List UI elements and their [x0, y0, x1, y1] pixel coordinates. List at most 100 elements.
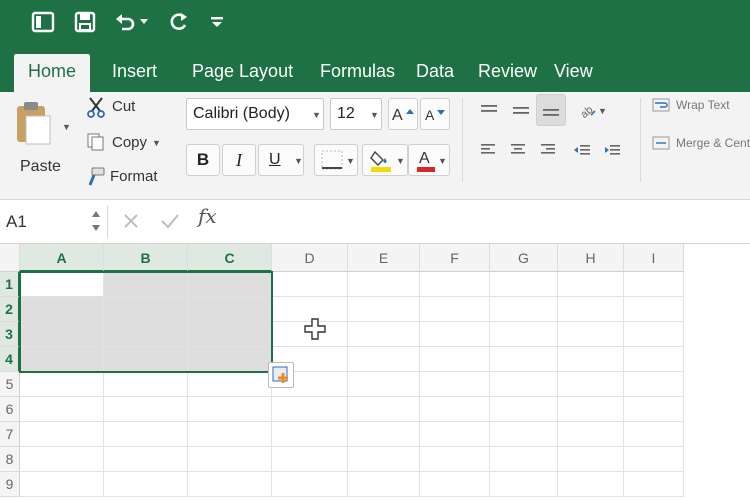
bold-button[interactable]: B: [186, 144, 220, 176]
select-all-corner[interactable]: [0, 244, 20, 272]
align-right-button[interactable]: [534, 136, 562, 164]
save-icon[interactable]: [70, 8, 100, 36]
cell-b9[interactable]: [104, 472, 188, 497]
decrease-indent-button[interactable]: [568, 136, 596, 164]
cell-c5[interactable]: [188, 372, 272, 397]
confirm-formula-icon[interactable]: [160, 212, 180, 235]
cell-c8[interactable]: [188, 447, 272, 472]
cell-a1[interactable]: [20, 272, 104, 297]
tab-page-layout[interactable]: Page Layout: [178, 56, 307, 86]
cell-h6[interactable]: [558, 397, 624, 422]
cell-c9[interactable]: [188, 472, 272, 497]
align-left-button[interactable]: [474, 136, 502, 164]
cell-f5[interactable]: [420, 372, 490, 397]
cell-b4[interactable]: [104, 347, 188, 372]
align-middle-button[interactable]: [506, 96, 536, 124]
cell-f9[interactable]: [420, 472, 490, 497]
cell-b5[interactable]: [104, 372, 188, 397]
cell-a8[interactable]: [20, 447, 104, 472]
row-header-5[interactable]: 5: [0, 372, 20, 397]
font-name-dropdown-icon[interactable]: ▼: [312, 110, 321, 120]
paste-dropdown-icon[interactable]: ▼: [62, 122, 71, 132]
cell-d1[interactable]: [272, 272, 348, 297]
copy-label[interactable]: Copy: [112, 134, 147, 151]
decrease-font-size-button[interactable]: A: [420, 98, 450, 130]
redo-icon[interactable]: [164, 8, 194, 36]
quick-analysis-button[interactable]: [268, 362, 294, 388]
cell-g7[interactable]: [490, 422, 558, 447]
insert-function-icon[interactable]: fx: [198, 204, 217, 228]
cell-b6[interactable]: [104, 397, 188, 422]
cell-f1[interactable]: [420, 272, 490, 297]
cell-g8[interactable]: [490, 447, 558, 472]
tab-review[interactable]: Review: [464, 56, 551, 86]
row-header-3[interactable]: 3: [0, 322, 20, 347]
undo-dropdown-icon[interactable]: [136, 8, 152, 36]
cell-a4[interactable]: [20, 347, 104, 372]
cell-g1[interactable]: [490, 272, 558, 297]
cell-g9[interactable]: [490, 472, 558, 497]
cell-h5[interactable]: [558, 372, 624, 397]
wrap-text-label[interactable]: Wrap Text: [676, 98, 730, 112]
cut-label[interactable]: Cut: [112, 98, 135, 115]
tab-data[interactable]: Data: [402, 56, 468, 86]
tab-formulas[interactable]: Formulas: [306, 56, 409, 86]
cell-b7[interactable]: [104, 422, 188, 447]
tab-home[interactable]: Home: [14, 54, 91, 92]
cell-e1[interactable]: [348, 272, 420, 297]
row-header-2[interactable]: 2: [0, 297, 20, 322]
cell-i1[interactable]: [624, 272, 684, 297]
cell-b8[interactable]: [104, 447, 188, 472]
cell-h9[interactable]: [558, 472, 624, 497]
cell-h4[interactable]: [558, 347, 624, 372]
cut-icon[interactable]: [86, 96, 106, 123]
cell-a3[interactable]: [20, 322, 104, 347]
copy-icon[interactable]: [86, 132, 106, 157]
cell-d8[interactable]: [272, 447, 348, 472]
row-header-1[interactable]: 1: [0, 272, 20, 297]
cell-e7[interactable]: [348, 422, 420, 447]
font-name-select[interactable]: Calibri (Body): [186, 98, 324, 130]
cell-c2[interactable]: [188, 297, 272, 322]
cell-i4[interactable]: [624, 347, 684, 372]
row-header-4[interactable]: 4: [0, 347, 20, 372]
align-top-button[interactable]: [474, 96, 504, 124]
cell-f7[interactable]: [420, 422, 490, 447]
cell-i9[interactable]: [624, 472, 684, 497]
increase-font-size-button[interactable]: A: [388, 98, 418, 130]
borders-dropdown-icon[interactable]: ▼: [346, 156, 355, 166]
row-header-6[interactable]: 6: [0, 397, 20, 422]
cell-i3[interactable]: [624, 322, 684, 347]
column-header-d[interactable]: D: [272, 244, 348, 272]
cell-h3[interactable]: [558, 322, 624, 347]
wrap-text-icon[interactable]: [652, 98, 670, 117]
cell-h2[interactable]: [558, 297, 624, 322]
cell-f3[interactable]: [420, 322, 490, 347]
column-header-g[interactable]: G: [490, 244, 558, 272]
column-header-h[interactable]: H: [558, 244, 624, 272]
underline-dropdown-icon[interactable]: ▼: [294, 156, 303, 166]
formula-input[interactable]: [234, 206, 744, 238]
cell-a2[interactable]: [20, 297, 104, 322]
column-header-e[interactable]: E: [348, 244, 420, 272]
cell-e4[interactable]: [348, 347, 420, 372]
cell-h8[interactable]: [558, 447, 624, 472]
fill-color-dropdown-icon[interactable]: ▼: [396, 156, 405, 166]
customize-toolbar-icon[interactable]: [202, 8, 232, 36]
cell-e3[interactable]: [348, 322, 420, 347]
cell-g5[interactable]: [490, 372, 558, 397]
column-header-i[interactable]: I: [624, 244, 684, 272]
cell-a9[interactable]: [20, 472, 104, 497]
cell-e8[interactable]: [348, 447, 420, 472]
merge-center-icon[interactable]: [652, 136, 670, 155]
row-header-7[interactable]: 7: [0, 422, 20, 447]
cell-c6[interactable]: [188, 397, 272, 422]
cell-a5[interactable]: [20, 372, 104, 397]
paste-label[interactable]: Paste: [20, 158, 61, 176]
cell-a6[interactable]: [20, 397, 104, 422]
align-bottom-button[interactable]: [536, 94, 566, 126]
cell-i8[interactable]: [624, 447, 684, 472]
column-header-f[interactable]: F: [420, 244, 490, 272]
cancel-formula-icon[interactable]: [122, 212, 140, 235]
cell-b1[interactable]: [104, 272, 188, 297]
